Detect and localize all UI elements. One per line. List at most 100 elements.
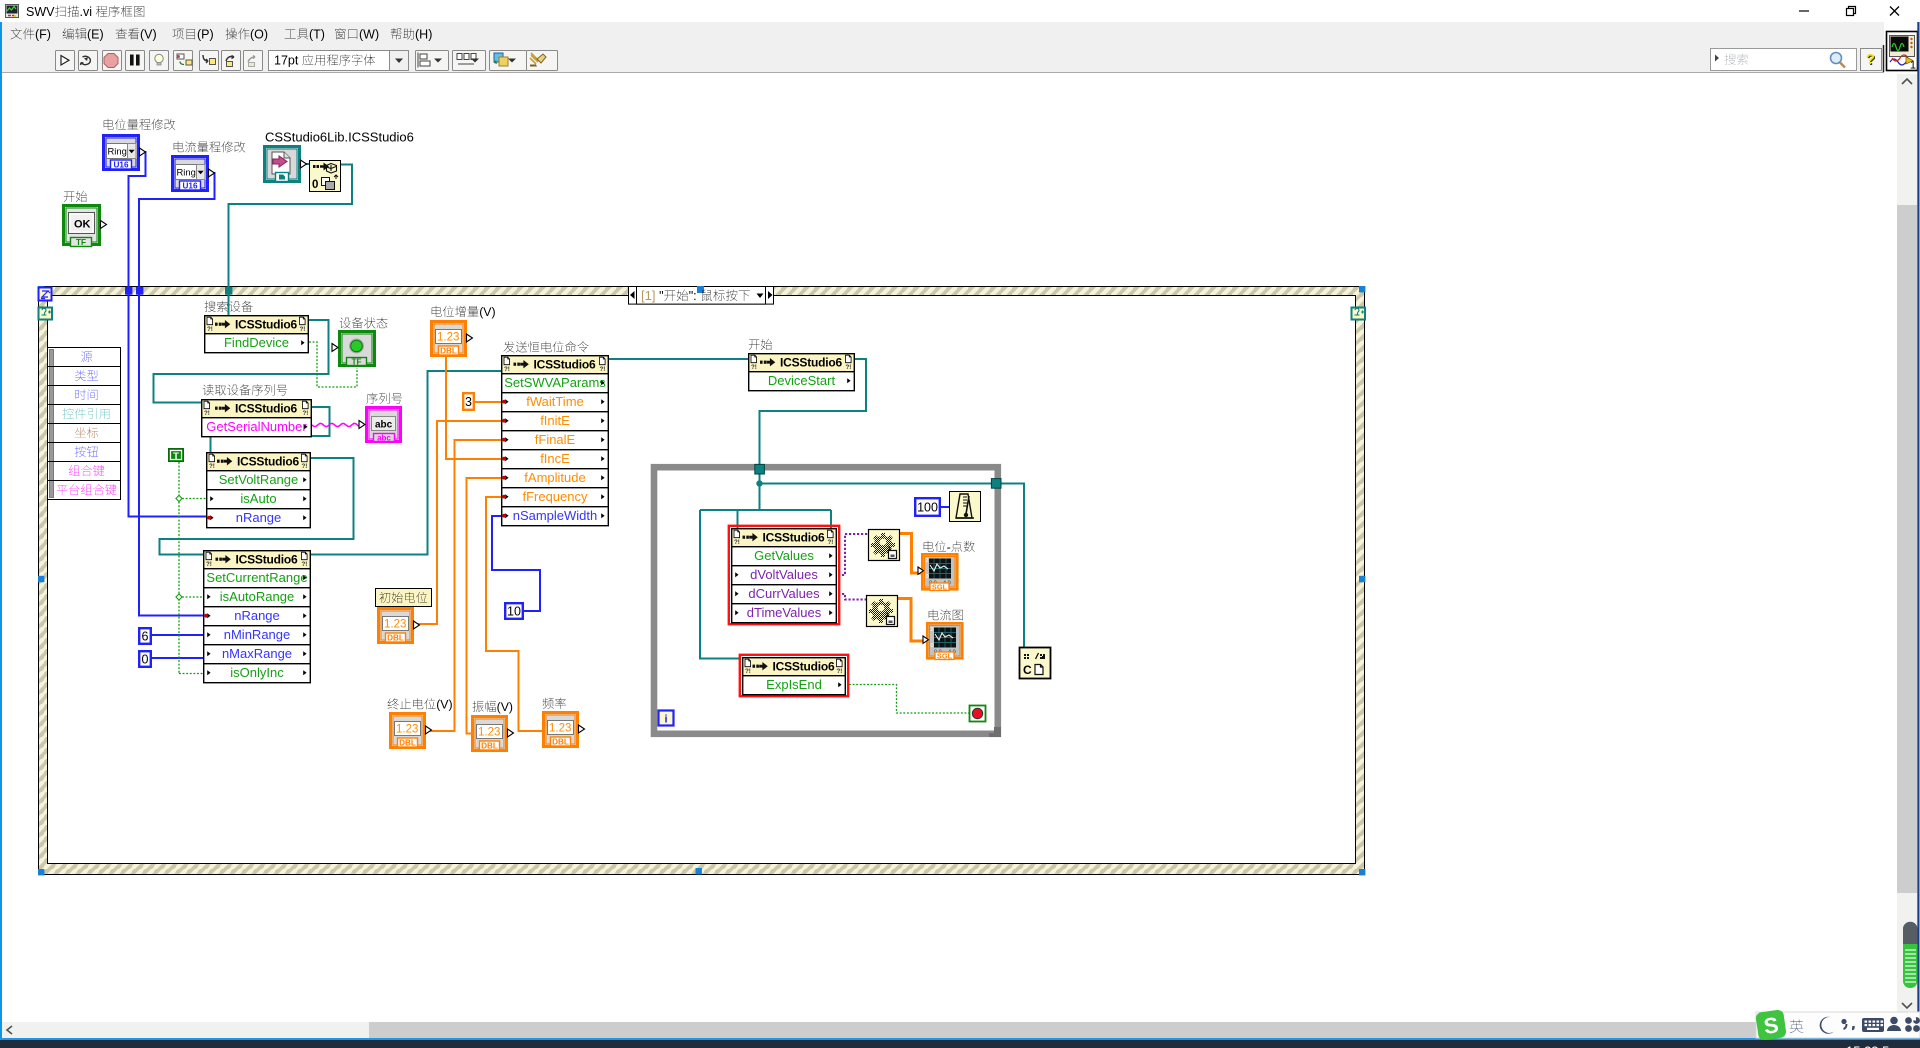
svg-text:SetVoltRange: SetVoltRange [219,472,299,487]
svg-text:?!: ?! [302,463,308,470]
svg-text:C: C [1023,663,1032,677]
svg-text:fWaitTime: fWaitTime [526,394,584,409]
svg-text:dVoltValues: dVoltValues [750,567,818,582]
svg-text:Ring: Ring [108,146,127,157]
svg-text:fAmplitude: fAmplitude [524,470,585,485]
svg-text:DBL: DBL [387,633,404,642]
svg-text:1.23: 1.23 [396,724,418,736]
svg-text:?!: ?! [745,668,751,675]
svg-text:?!: ?! [600,366,606,373]
svg-text:?: ? [1866,52,1875,68]
svg-text:?!: ?! [734,539,740,546]
svg-text:U16: U16 [182,181,197,190]
svg-text:SGL: SGL [932,582,948,591]
svg-text:DBL: DBL [399,738,416,747]
svg-text:isOnlyInc: isOnlyInc [230,665,284,680]
svg-text:GetValues: GetValues [754,548,814,563]
svg-text:(E): (E) [87,28,104,42]
svg-text:?!: ?! [751,364,757,371]
svg-text:10: 10 [507,605,521,619]
svg-text:DBL: DBL [552,737,569,746]
svg-text:U16: U16 [113,160,128,169]
svg-text:0: 0 [931,643,934,649]
svg-text:ICSStudio6: ICSStudio6 [237,455,300,469]
svg-text:(V): (V) [140,28,157,42]
svg-text:ICSStudio6: ICSStudio6 [780,356,843,370]
svg-text:GetSerialNumber: GetSerialNumber [206,419,307,434]
svg-text:dTimeValues: dTimeValues [747,605,822,620]
svg-text:fInitE: fInitE [540,413,570,428]
svg-text:TF: TF [76,238,86,247]
svg-text:ICSStudio6: ICSStudio6 [763,531,826,545]
svg-text:?!: ?! [828,539,834,546]
svg-text:?!: ?! [846,364,852,371]
svg-text:ICSStudio6: ICSStudio6 [773,660,836,674]
svg-text:nSampleWidth: nSampleWidth [513,508,598,523]
svg-text:fFrequency: fFrequency [522,489,588,504]
svg-text:dCurrValues: dCurrValues [748,586,820,601]
svg-text:?!: ?! [303,410,309,417]
svg-text:abc: abc [375,420,393,431]
svg-text:(W): (W) [359,28,379,42]
svg-text:nMaxRange: nMaxRange [222,646,292,661]
svg-text:2: 2 [926,558,929,564]
svg-text:OK: OK [74,219,91,231]
svg-text:1: 1 [1910,60,1916,72]
svg-text:-: - [947,540,951,554]
svg-text:SetCurrentRange: SetCurrentRange [206,570,307,585]
svg-text:15:33:5: 15:33:5 [1846,1044,1889,1048]
svg-text:SetSWVAParams: SetSWVAParams [504,375,606,390]
svg-text:(H): (H) [415,28,432,42]
svg-text:Ring: Ring [177,167,196,178]
svg-text:(V): (V) [436,698,452,712]
svg-text:TF: TF [352,358,362,367]
svg-text:?!: ?! [209,463,215,470]
svg-text:ICSStudio6: ICSStudio6 [235,402,298,416]
svg-text:(F): (F) [35,28,51,42]
svg-text:[1]: [1] [641,288,655,303]
svg-text:nRange: nRange [234,608,280,623]
svg-text:1.23: 1.23 [549,723,571,735]
svg-text:DBL: DBL [440,346,457,355]
svg-text:100: 100 [917,501,938,515]
svg-text:?!: ?! [302,561,308,568]
svg-text:fFinalE: fFinalE [535,432,576,447]
svg-text:DeviceStart: DeviceStart [768,373,836,388]
svg-text:?!: ?! [204,410,210,417]
svg-text:(V): (V) [497,700,513,714]
svg-text:SGL: SGL [937,651,953,660]
svg-text:ICSStudio6: ICSStudio6 [534,358,597,372]
svg-text:DBL: DBL [481,741,498,750]
svg-text:fIncE: fIncE [540,451,570,466]
svg-text:i: i [664,714,667,726]
svg-text:2: 2 [931,627,934,633]
svg-text:(T): (T) [309,28,325,42]
svg-text:ICSStudio6: ICSStudio6 [236,553,299,567]
svg-text:?!: ?! [206,561,212,568]
svg-text:CSStudio6Lib.ICSStudio6: CSStudio6Lib.ICSStudio6 [265,130,414,145]
svg-text:0: 0 [926,574,929,580]
svg-text:0: 0 [312,179,318,191]
svg-text:(P): (P) [197,28,214,42]
svg-text:?!: ?! [207,326,213,333]
svg-text:nMinRange: nMinRange [224,627,291,642]
svg-text:1.23: 1.23 [478,727,500,739]
svg-text:6: 6 [142,630,149,644]
svg-text:(V): (V) [479,305,495,319]
svg-text:.vi: .vi [79,5,92,19]
svg-text:3: 3 [465,395,472,409]
svg-text:17pt: 17pt [274,54,299,68]
svg-text:?!: ?! [837,668,843,675]
svg-text:SWV: SWV [26,5,55,19]
svg-text:?!: ?! [300,326,306,333]
svg-text:ICSStudio6: ICSStudio6 [235,318,298,332]
svg-text:isAutoRange: isAutoRange [220,589,294,604]
svg-text:0: 0 [142,653,149,667]
svg-text:abc: abc [377,434,391,443]
svg-text:T: T [173,451,179,462]
svg-text:1.23: 1.23 [384,619,406,631]
svg-text:": " [659,289,663,303]
svg-text:?!: ?! [504,366,510,373]
svg-text:nRange: nRange [236,510,282,525]
svg-text:ExpIsEnd: ExpIsEnd [766,677,822,692]
